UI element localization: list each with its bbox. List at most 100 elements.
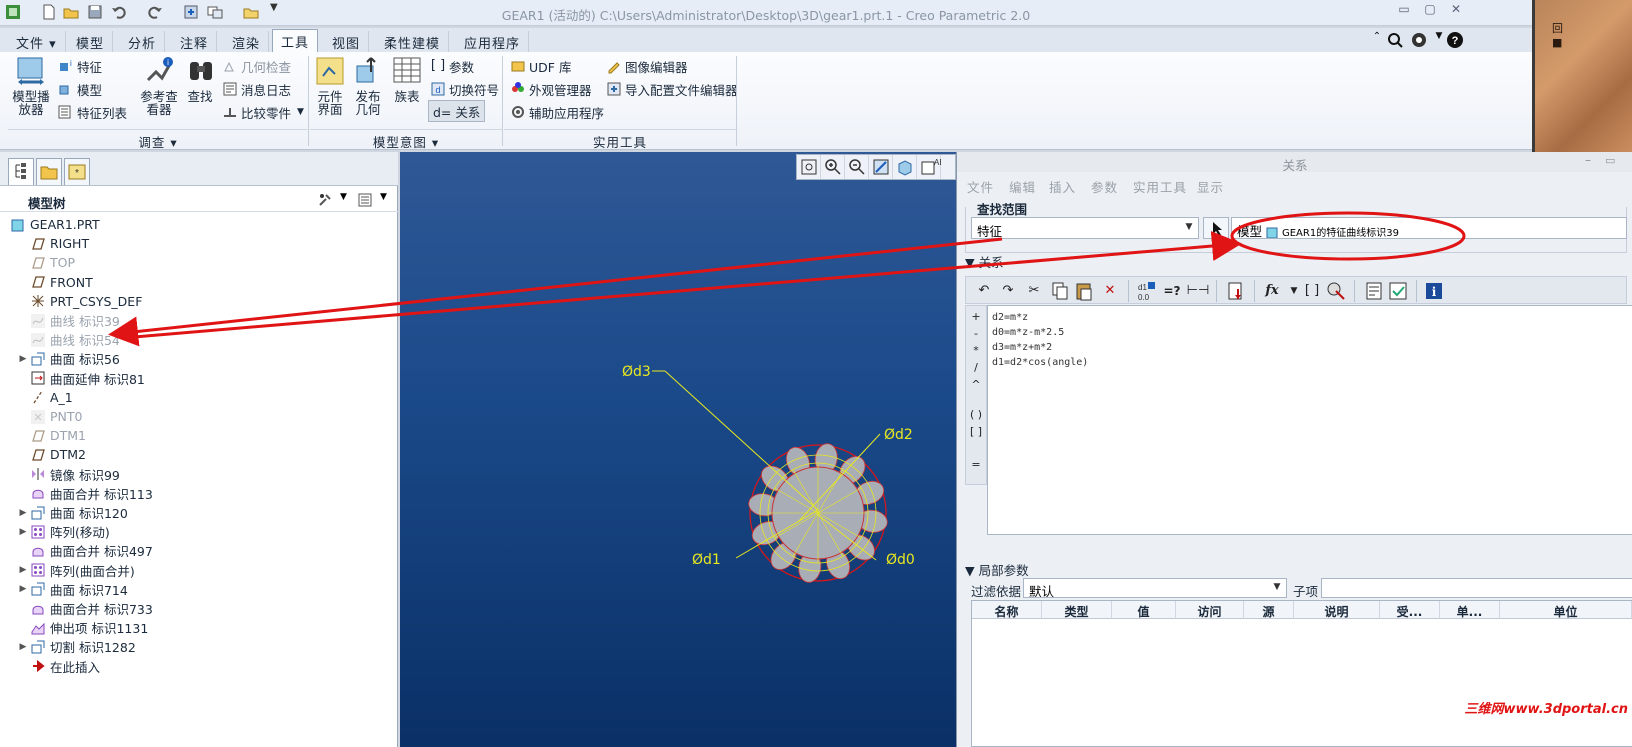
component-interface-button[interactable]: 元件 界面 <box>312 54 348 116</box>
tab-model[interactable]: 模型 <box>68 31 114 52</box>
tree-item[interactable]: TOP <box>0 253 396 272</box>
relation-line[interactable]: d3=m*z+m*2 <box>992 342 1052 353</box>
menu-utilities[interactable]: 实用工具 <box>1133 177 1187 196</box>
tab-flexible-modeling[interactable]: 柔性建模 <box>376 31 450 52</box>
relation-line[interactable]: d0=m*z-m*2.5 <box>992 327 1064 338</box>
tree-item[interactable]: 在此插入 <box>0 657 396 676</box>
relation-line[interactable]: d2=m*z <box>992 312 1028 323</box>
appearance-manager-button[interactable]: 外观管理器 <box>510 79 592 99</box>
select-object-button[interactable] <box>1203 217 1229 239</box>
expand-arrow-icon[interactable]: ▶ <box>16 565 30 575</box>
group-model-intent-label[interactable]: 模型意图 ▾ <box>310 129 502 150</box>
feature-list-button[interactable]: 特征列表 <box>58 102 127 122</box>
relations-section-label[interactable]: ▼ 关系 <box>965 252 1004 271</box>
operator-power[interactable]: ^ <box>966 378 986 395</box>
dialog-maximize-icon[interactable]: ▭ <box>1605 154 1615 167</box>
insert-dimension-icon[interactable]: ⊢⊣ <box>1186 279 1210 303</box>
tree-item[interactable]: ▶ 阵列(曲面合并) <box>0 561 396 580</box>
refit-icon[interactable] <box>797 155 821 179</box>
tree-item[interactable]: 曲线 标识39 <box>0 311 396 330</box>
relations-button[interactable]: d= 关系 <box>428 100 486 122</box>
help-icon[interactable]: ? <box>1446 31 1464 49</box>
subitem-select[interactable] <box>1321 578 1632 598</box>
column-header[interactable]: 受... <box>1380 601 1440 619</box>
maximize-icon[interactable]: ▢ <box>1422 2 1438 16</box>
verify-icon[interactable] <box>1386 279 1410 303</box>
expand-arrow-icon[interactable]: ▶ <box>16 354 30 364</box>
zoom-out-icon[interactable] <box>845 155 869 179</box>
model-player-button[interactable]: 模型播 放器 <box>10 54 52 116</box>
menu-insert[interactable]: 插入 <box>1049 177 1076 196</box>
menu-edit[interactable]: 编辑 <box>1009 177 1036 196</box>
tab-analysis[interactable]: 分析 <box>120 31 166 52</box>
sort-relations-icon[interactable] <box>1224 279 1248 303</box>
tree-item[interactable]: 伸出项 标识1131 <box>0 618 396 637</box>
column-header[interactable]: 值 <box>1112 601 1176 619</box>
feature-info-button[interactable]: i 特征 <box>58 56 102 76</box>
expand-arrow-icon[interactable]: ▶ <box>16 584 30 594</box>
column-header[interactable]: 类型 <box>1042 601 1112 619</box>
copy-icon[interactable] <box>1048 279 1072 303</box>
paste-icon[interactable] <box>1072 279 1096 303</box>
tree-item[interactable]: ▶ 曲面 标识120 <box>0 503 396 522</box>
scope-type-select[interactable]: 特征 ▼ <box>971 217 1199 239</box>
publish-geometry-button[interactable]: 发布 几何 <box>350 54 386 116</box>
auxiliary-applications-button[interactable]: 辅助应用程序 <box>510 102 604 122</box>
close-icon[interactable]: ✕ <box>1448 2 1464 16</box>
column-header[interactable]: 源 <box>1244 601 1294 619</box>
redo-icon[interactable]: ↷ <box>996 279 1020 303</box>
tree-settings-dropdown-icon[interactable]: ▼ <box>340 192 347 202</box>
operator-parentheses[interactable]: ( ) <box>966 408 986 425</box>
menu-file[interactable]: 文件 <box>967 177 994 196</box>
operator-multiply[interactable]: * <box>966 344 986 361</box>
dialog-minimize-icon[interactable]: – <box>1585 153 1591 167</box>
expand-arrow-icon[interactable]: ▶ <box>16 642 30 652</box>
column-header[interactable]: 访问 <box>1176 601 1244 619</box>
menu-parameters[interactable]: 参数 <box>1091 177 1118 196</box>
column-header[interactable]: 单... <box>1440 601 1500 619</box>
insert-parameter-icon[interactable]: [ ] <box>1300 279 1324 303</box>
tree-item[interactable]: 镜像 标识99 <box>0 465 396 484</box>
community-icon[interactable] <box>1410 31 1428 49</box>
minimize-icon[interactable]: ▭ <box>1396 2 1412 16</box>
find-button[interactable]: 查找 <box>184 54 216 103</box>
switch-symbols-button[interactable]: d 切换符号 <box>430 79 499 99</box>
family-table-button[interactable]: 族表 <box>390 54 424 103</box>
tree-filters-dropdown-icon[interactable]: ▼ <box>380 192 387 202</box>
evaluate-icon[interactable]: d10.0 <box>1134 279 1158 303</box>
tree-settings-icon[interactable] <box>316 191 334 209</box>
tree-item[interactable]: 曲面合并 标识497 <box>0 541 396 560</box>
parameters-button[interactable]: [ ] 参数 <box>430 56 474 76</box>
tree-item[interactable]: 曲面合并 标识113 <box>0 484 396 503</box>
import-config-editor-button[interactable]: 导入配置文件编辑器 <box>606 79 738 99</box>
tree-item[interactable]: 曲线 标识54 <box>0 330 396 349</box>
graphics-viewport[interactable]: AB <box>400 152 956 747</box>
verify-equation-icon[interactable]: =? <box>1160 279 1184 303</box>
info-icon[interactable]: i <box>1422 279 1446 303</box>
message-log-button[interactable]: 消息日志 <box>222 79 291 99</box>
saved-orientations-icon[interactable]: AB <box>917 155 941 179</box>
group-investigate-label[interactable]: 调查 ▾ <box>8 129 308 150</box>
operator-brackets[interactable]: [ ] <box>966 425 986 442</box>
relations-editor[interactable]: d2=m*z d0=m*z-m*2.5 d3=m*z+m*2 d1=d2*cos… <box>987 305 1632 535</box>
insert-function-icon[interactable]: fx <box>1260 279 1284 303</box>
tree-item[interactable]: ▶ 切割 标识1282 <box>0 637 396 656</box>
tree-item[interactable]: PNT0 <box>0 407 396 426</box>
column-header[interactable]: 单位 <box>1500 601 1632 619</box>
tree-item[interactable]: GEAR1.PRT <box>0 215 396 234</box>
tab-view[interactable]: 视图 <box>324 31 370 52</box>
tab-favorites[interactable]: * <box>64 158 90 185</box>
select-units-icon[interactable] <box>1324 279 1348 303</box>
tree-item[interactable]: 曲面合并 标识733 <box>0 599 396 618</box>
tree-item[interactable]: PRT_CSYS_DEF <box>0 292 396 311</box>
operator-divide[interactable]: / <box>966 361 986 378</box>
tree-filters-icon[interactable] <box>356 191 374 209</box>
tree-item[interactable]: ▶ 曲面 标识56 <box>0 349 396 368</box>
tab-folder-browser[interactable] <box>36 158 62 185</box>
column-header[interactable]: 名称 <box>972 601 1042 619</box>
chevron-up-icon[interactable]: ⌃ <box>1368 31 1386 49</box>
tree-item[interactable]: ▶ 阵列(移动) <box>0 522 396 541</box>
tab-file[interactable]: 文件 ▾ <box>8 31 66 52</box>
reference-viewer-button[interactable]: i 参考查 看器 <box>138 54 180 116</box>
tree-item[interactable]: FRONT <box>0 273 396 292</box>
